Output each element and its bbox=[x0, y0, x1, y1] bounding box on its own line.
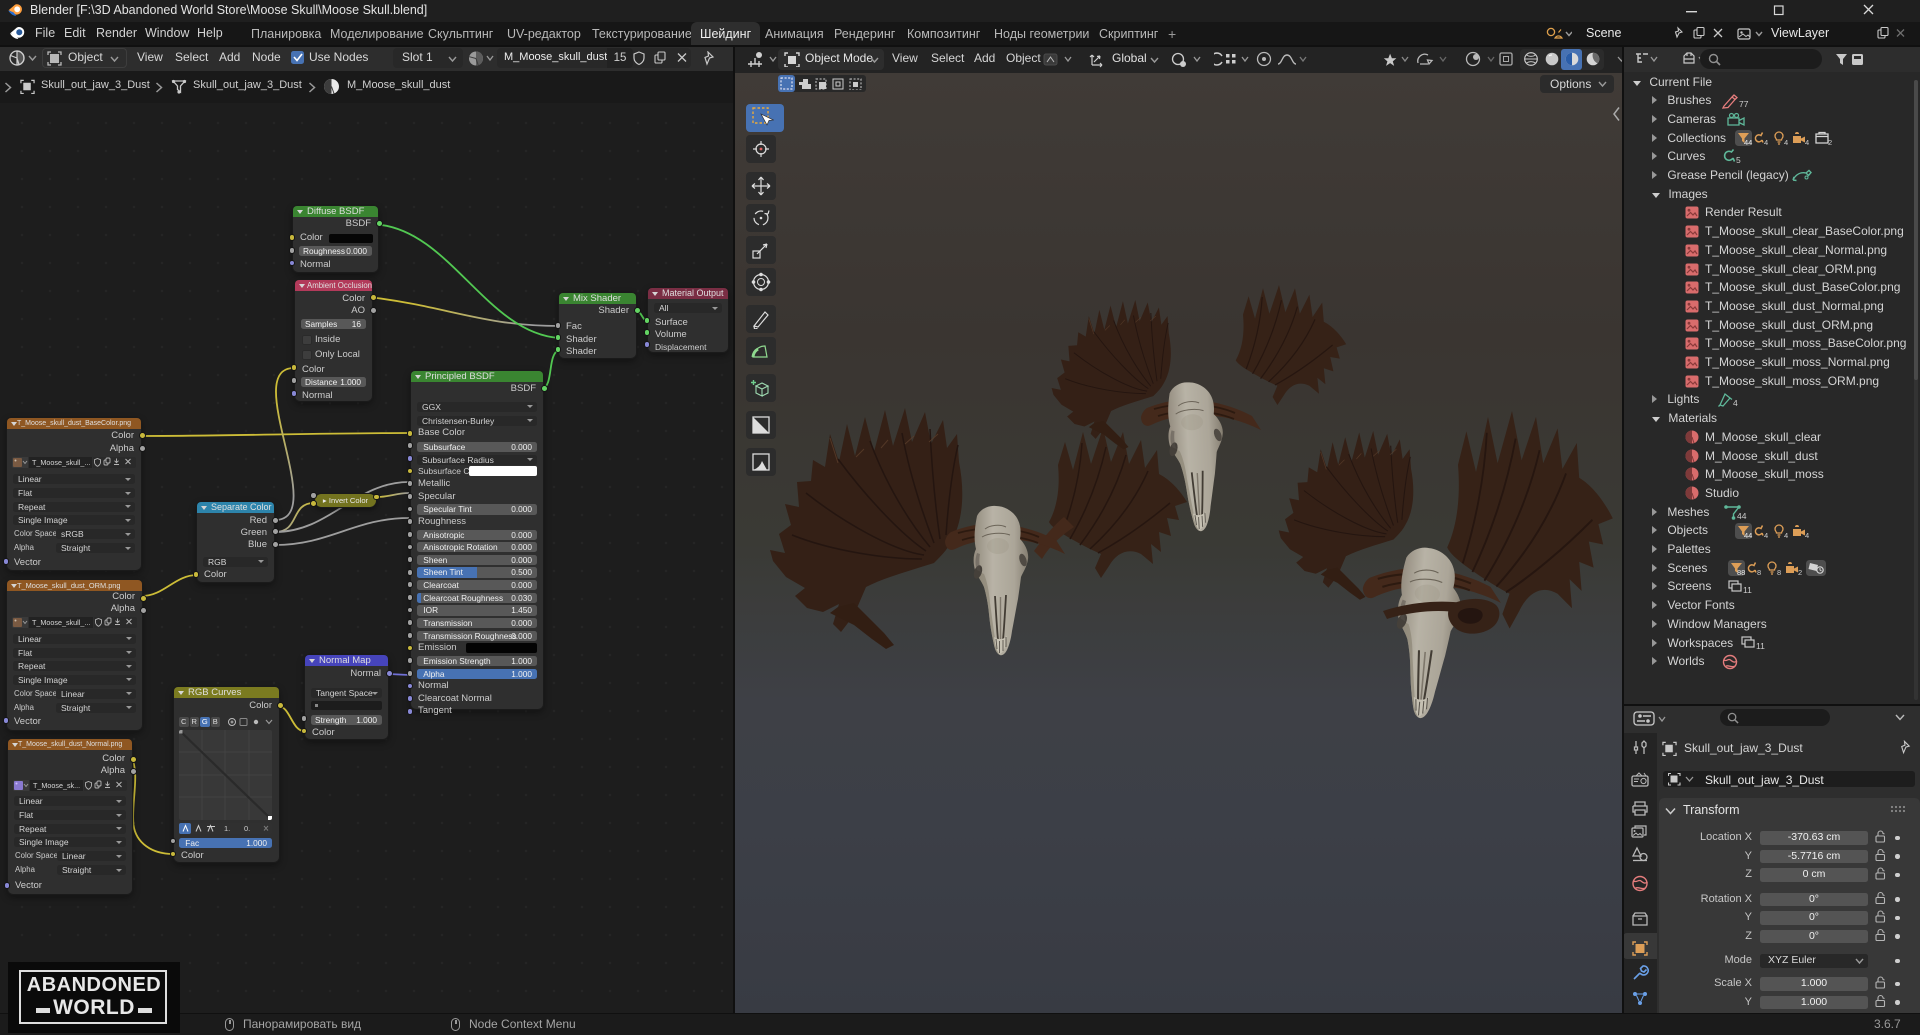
svg-text:0.: 0. bbox=[244, 824, 250, 833]
svg-text:5: 5 bbox=[1736, 155, 1741, 165]
svg-text:1.: 1. bbox=[224, 824, 230, 833]
svg-text:4: 4 bbox=[1764, 138, 1768, 147]
svg-text:8: 8 bbox=[1757, 568, 1761, 577]
svg-text:4: 4 bbox=[1805, 138, 1809, 147]
svg-text:4: 4 bbox=[1784, 138, 1788, 147]
svg-text:4: 4 bbox=[1733, 398, 1738, 408]
svg-text:11: 11 bbox=[1743, 585, 1752, 595]
svg-text:4: 4 bbox=[1805, 531, 1809, 540]
svg-text:4: 4 bbox=[1784, 531, 1788, 540]
svg-text:88: 88 bbox=[1737, 568, 1745, 577]
svg-text:8: 8 bbox=[1777, 568, 1781, 577]
svg-text:4: 4 bbox=[1764, 531, 1768, 540]
svg-text:11: 11 bbox=[1756, 641, 1765, 651]
svg-text:44: 44 bbox=[1744, 138, 1752, 147]
svg-text:77: 77 bbox=[1739, 99, 1749, 109]
svg-text:44: 44 bbox=[1737, 511, 1747, 521]
svg-text:2: 2 bbox=[1798, 568, 1802, 577]
svg-text:2: 2 bbox=[1828, 138, 1832, 147]
svg-text:44: 44 bbox=[1744, 531, 1752, 540]
